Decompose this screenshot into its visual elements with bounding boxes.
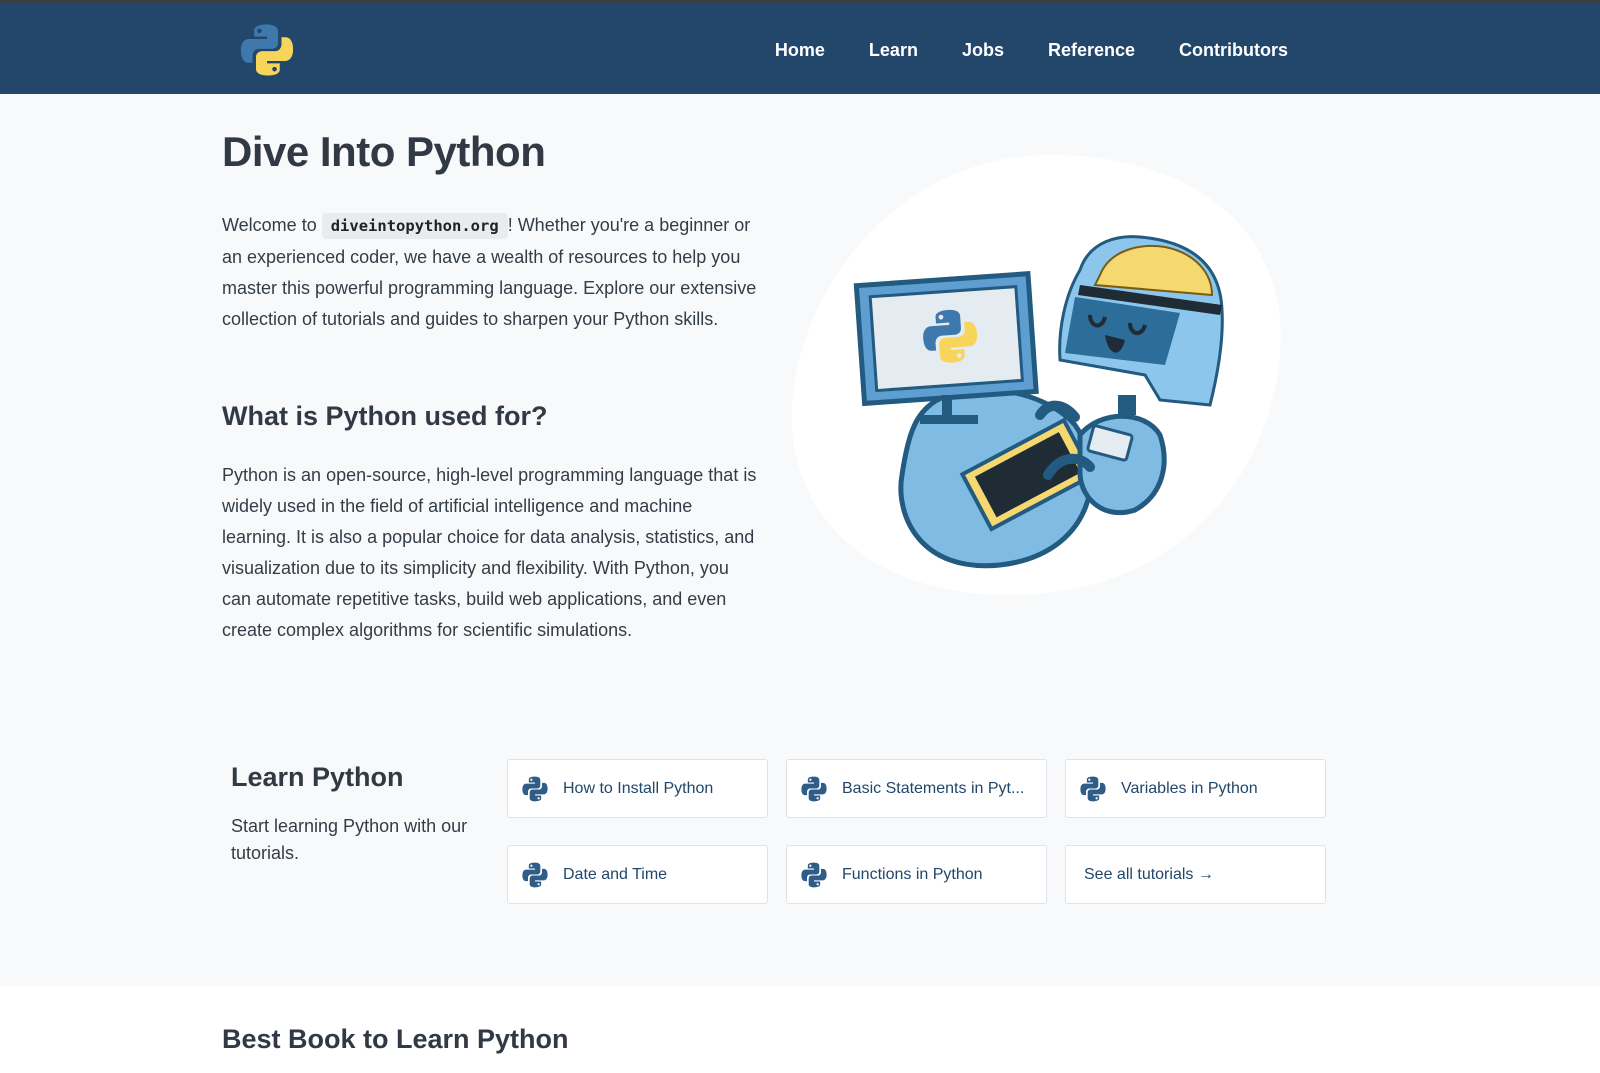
- best-book-section: Best Book to Learn Python: [0, 986, 1600, 1073]
- see-all-tutorials-link[interactable]: See all tutorials →: [1065, 845, 1326, 904]
- tutorial-tile-variables[interactable]: Variables in Python: [1065, 759, 1326, 818]
- robot-coding-illustration: [791, 155, 1281, 595]
- tile-label: Variables in Python: [1121, 779, 1258, 797]
- intro-paragraph: Welcome to diveintopython.org! Whether y…: [222, 210, 762, 335]
- python-uses-paragraph: Python is an open-source, high-level pro…: [222, 465, 757, 640]
- python-logo-icon[interactable]: [238, 21, 296, 79]
- best-book-heading: Best Book to Learn Python: [222, 1024, 569, 1054]
- tile-label: Basic Statements in Pyt...: [842, 779, 1025, 797]
- hero-section: Dive Into Python Welcome to diveintopyth…: [222, 128, 762, 646]
- intro-prefix: Welcome to: [222, 215, 322, 235]
- nav-home-link[interactable]: Home: [775, 40, 825, 61]
- learn-python-heading: Learn Python: [231, 762, 404, 792]
- python-icon: [800, 861, 828, 889]
- tutorial-tile-date-time[interactable]: Date and Time: [507, 845, 768, 904]
- nav-jobs-link[interactable]: Jobs: [962, 40, 1004, 61]
- domain-code: diveintopython.org: [321, 213, 508, 239]
- nav-reference-link[interactable]: Reference: [1048, 40, 1135, 61]
- tile-label: How to Install Python: [563, 779, 714, 797]
- page-title: Dive Into Python: [222, 128, 546, 175]
- python-icon: [521, 861, 549, 889]
- learn-python-section: Learn Python Start learning Python with …: [231, 762, 471, 867]
- python-icon: [1079, 775, 1107, 803]
- tile-label: Date and Time: [563, 865, 668, 883]
- nav-contributors-link[interactable]: Contributors: [1179, 40, 1288, 61]
- tutorial-tile-install[interactable]: How to Install Python: [507, 759, 768, 818]
- tutorial-tile-functions[interactable]: Functions in Python: [786, 845, 1047, 904]
- python-uses-heading: What is Python used for?: [222, 401, 548, 431]
- top-navbar: Home Learn Jobs Reference Contributors: [0, 0, 1600, 94]
- tile-label: Functions in Python: [842, 865, 983, 883]
- python-icon: [800, 775, 828, 803]
- tutorial-tile-basic-statements[interactable]: Basic Statements in Pyt...: [786, 759, 1047, 818]
- tile-label: See all tutorials →: [1084, 865, 1214, 883]
- nav-learn-link[interactable]: Learn: [869, 40, 918, 61]
- main-nav: Home Learn Jobs Reference Contributors: [731, 3, 1288, 97]
- python-icon: [521, 775, 549, 803]
- learn-python-description: Start learning Python with our tutorials…: [231, 816, 468, 863]
